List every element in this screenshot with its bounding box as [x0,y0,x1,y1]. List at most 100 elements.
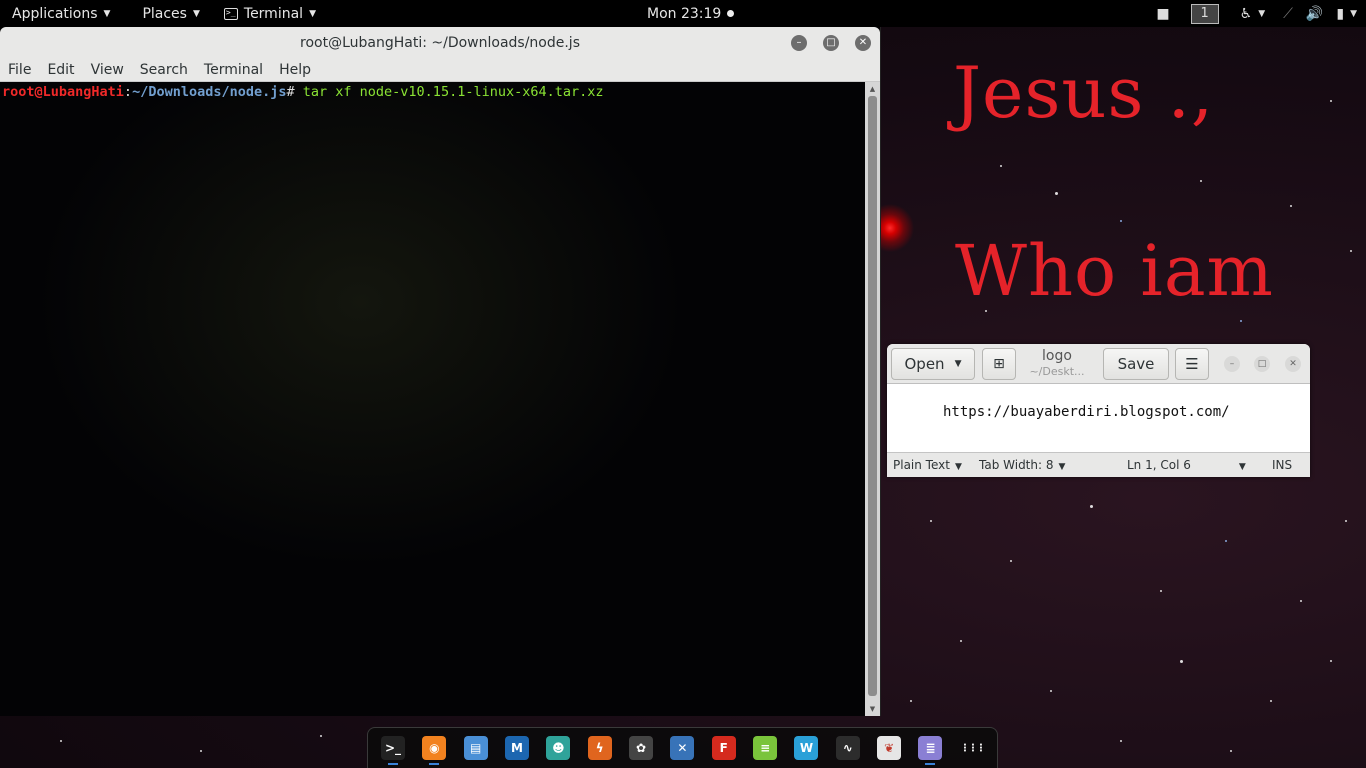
dock-item[interactable]: F [707,729,741,767]
places-label: Places [142,5,187,22]
applications-label: Applications [12,5,98,22]
language-label: Plain Text [893,458,950,472]
chevron-down-icon: ▼ [1238,462,1246,472]
accessibility-icon[interactable]: ♿ ▼ [1231,0,1274,27]
chevron-down-icon: ▼ [954,462,962,472]
gedit-headerbar[interactable]: Open ▼ ⊞ logo ~/Deskt... Save ☰ – □ ✕ [887,344,1310,384]
wallpaper-text-line2: Who iam [955,230,1274,312]
document-path: ~/Deskt... [1029,365,1085,378]
maximize-button[interactable]: □ [1254,356,1270,372]
maltego-app-icon: ✕ [670,736,695,760]
minimize-button[interactable]: – [1224,356,1240,372]
running-indicator [429,763,440,765]
system-monitor-app-icon: ∿ [835,736,860,760]
dock-item[interactable]: ◉ [417,729,451,767]
menu-search[interactable]: Search [132,59,196,82]
terminal-app-menu[interactable]: >_ Terminal ▼ [212,0,328,27]
terminal-titlebar[interactable]: root@LubangHati: ~/Downloads/node.js – □… [0,27,880,59]
close-button[interactable]: ✕ [1285,356,1301,372]
armitage-app-icon: ☻ [546,736,571,760]
dock-item[interactable]: ☻ [541,729,575,767]
close-button[interactable]: ✕ [855,35,871,51]
top-panel: Applications ▼ Places ▼ >_ Terminal ▼ Mo… [0,0,1366,27]
menu-view[interactable]: View [83,59,132,82]
scroll-down-icon[interactable]: ▼ [865,703,880,715]
menu-help[interactable]: Help [271,59,319,82]
leafpad-app-icon: ≡ [753,736,778,760]
chevron-down-icon: ▼ [954,359,962,369]
dock-item[interactable]: ∿ [831,729,865,767]
scroll-up-icon[interactable]: ▲ [865,83,880,95]
dock-item[interactable]: M [500,729,534,767]
new-tab-icon: ⊞ [993,356,1005,372]
dock-item[interactable]: ≣ [913,729,947,767]
metasploit-app-icon: M [505,736,530,760]
prompt-separator: : [123,84,133,100]
menu-edit[interactable]: Edit [39,59,82,82]
wallpaper-text-line1: Jesus ., [953,52,1215,134]
cherrytree-app-icon: ❦ [877,736,902,760]
tab-width-selector[interactable]: Tab Width: 8 ▼ [979,458,1065,472]
dock: >_ ◉ ▤ M ☻ ϟ ✿ ✕ F ≡ W ∿ ❦ ≣ ⋮⋮⋮ [367,727,998,768]
terminal-icon: >_ [223,7,238,20]
running-indicator [925,763,936,765]
prompt-path: ~/Downloads/node.js [132,84,287,100]
hamburger-icon: ☰ [1185,355,1199,373]
menu-file[interactable]: File [0,59,39,82]
dock-item[interactable]: ✕ [665,729,699,767]
workspace-indicator[interactable]: 1 [1190,3,1219,24]
open-label: Open [904,355,945,373]
gedit-window: Open ▼ ⊞ logo ~/Deskt... Save ☰ – □ ✕ ht… [887,344,1310,477]
dock-item[interactable]: ❦ [872,729,906,767]
chevron-down-icon: ▼ [103,8,111,19]
open-button[interactable]: Open ▼ [891,348,975,380]
wireshark-app-icon: W [794,736,819,760]
menu-terminal[interactable]: Terminal [196,59,271,82]
clock[interactable]: Mon 23:19 [647,0,735,27]
command-text: tar xf node-v10.15.1-linux-x64.tar.xz [294,84,604,100]
dock-item[interactable]: ▤ [459,729,493,767]
text-editor-area[interactable]: https://buayaberdiri.blogspot.com/ [887,384,1310,452]
running-indicator [388,763,398,765]
volume-icon[interactable]: 🔊 [1302,0,1327,27]
firefox-app-icon: ◉ [422,736,447,760]
terminal-app-label: Terminal [243,5,304,22]
dock-item[interactable]: ϟ [583,729,617,767]
system-tray: ■ 1 ♿ ▼ ⟋ 🔊 ▮ ▼ [1147,0,1366,27]
dock-item[interactable]: ≡ [748,729,782,767]
maximize-button[interactable]: □ [823,35,839,51]
applications-menu[interactable]: Applications ▼ [0,0,122,27]
network-icon[interactable]: ⟋ [1274,0,1302,27]
minimize-button[interactable]: – [791,35,807,51]
clock-label: Mon 23:19 [647,5,722,22]
faraday-app-icon: F [711,736,736,760]
new-document-button[interactable]: ⊞ [982,348,1016,380]
scroll-thumb[interactable] [868,96,877,696]
dock-item[interactable]: ✿ [624,729,658,767]
hamburger-menu-button[interactable]: ☰ [1175,348,1209,380]
terminal-scrollbar[interactable]: ▲ ▼ [865,82,880,716]
terminal-line: root@LubangHati:~/Downloads/node.js# tar… [2,84,864,100]
editor-text: https://buayaberdiri.blogspot.com/ [943,404,1230,420]
terminal-menubar: File Edit View Search Terminal Help [0,59,880,82]
gedit-app-icon: ≣ [918,736,943,760]
cursor-position-label: Ln 1, Col 6 [1127,458,1191,472]
document-title: logo ~/Deskt... [1012,348,1102,378]
cursor-position-selector[interactable]: Ln 1, Col 6 ▼ [1127,458,1246,472]
terminal-output[interactable]: root@LubangHati:~/Downloads/node.js# tar… [0,82,866,716]
chevron-down-icon: ▼ [1058,462,1066,472]
save-button[interactable]: Save [1103,348,1169,380]
battery-icon[interactable]: ▮ ▼ [1327,0,1366,27]
dock-item[interactable]: >_ [376,729,410,767]
places-menu[interactable]: Places ▼ [122,0,211,27]
chevron-down-icon: ▼ [192,8,200,19]
prompt-user: root@LubangHati [2,84,124,100]
window-title: root@LubangHati: ~/Downloads/node.js [300,35,580,51]
beef-app-icon: ✿ [629,736,654,760]
dock-item[interactable]: ⋮⋮⋮ [955,729,989,767]
show-applications-icon: ⋮⋮⋮ [959,742,986,754]
dock-item[interactable]: W [789,729,823,767]
camera-indicator-icon[interactable]: ■ [1147,0,1178,27]
chevron-down-icon: ▼ [309,8,316,19]
language-selector[interactable]: Plain Text ▼ [893,458,962,472]
